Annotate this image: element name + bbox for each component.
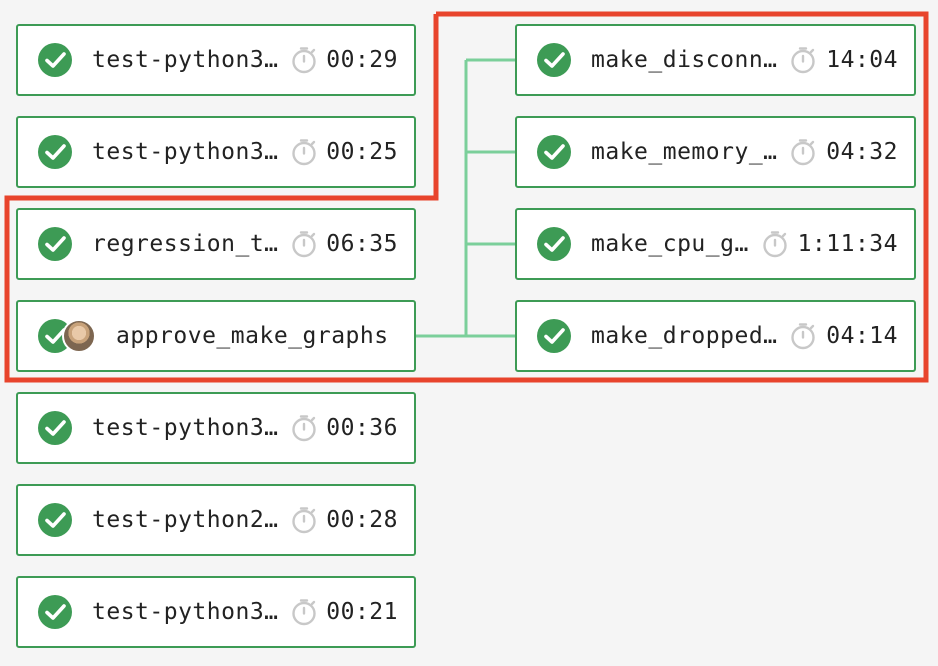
success-check-icon bbox=[38, 595, 72, 629]
job-card[interactable]: test-python3… 00:29 bbox=[16, 24, 416, 96]
stopwatch-icon bbox=[292, 415, 316, 442]
success-check-icon bbox=[537, 135, 571, 169]
success-check-icon bbox=[38, 227, 72, 261]
job-name: test-python3… bbox=[92, 415, 279, 441]
job-name: test-python3… bbox=[92, 599, 279, 625]
job-duration: 00:28 bbox=[326, 507, 398, 533]
stopwatch-icon bbox=[791, 139, 815, 166]
job-name: make_memory_… bbox=[591, 139, 778, 165]
job-name: approve_make_graphs bbox=[116, 323, 389, 349]
job-card[interactable]: test-python3… 00:25 bbox=[16, 116, 416, 188]
job-name: make_cpu_g… bbox=[591, 231, 749, 257]
stopwatch-icon bbox=[292, 47, 316, 74]
job-name: test-python3… bbox=[92, 47, 279, 73]
workflow-graph: test-python3… 00:29 test-python3… 00:25 … bbox=[0, 0, 938, 666]
job-card[interactable]: make_memory_… 04:32 bbox=[515, 116, 916, 188]
job-name: test-python2… bbox=[92, 507, 279, 533]
success-check-icon bbox=[38, 43, 72, 77]
stopwatch-icon bbox=[292, 507, 316, 534]
stopwatch-icon bbox=[292, 231, 316, 258]
job-card[interactable]: make_disconn… 14:04 bbox=[515, 24, 916, 96]
job-name: regression_t… bbox=[92, 231, 279, 257]
job-duration: 00:29 bbox=[326, 47, 398, 73]
stopwatch-icon bbox=[292, 599, 316, 626]
approval-job-card[interactable]: approve_make_graphs bbox=[16, 300, 416, 372]
job-card[interactable]: make_dropped… 04:14 bbox=[515, 300, 916, 372]
job-card[interactable]: test-python3… 00:36 bbox=[16, 392, 416, 464]
success-check-icon bbox=[537, 227, 571, 261]
stopwatch-icon bbox=[763, 231, 787, 258]
success-check-icon bbox=[38, 503, 72, 537]
job-card[interactable]: regression_t… 06:35 bbox=[16, 208, 416, 280]
success-check-icon bbox=[38, 135, 72, 169]
job-card[interactable]: test-python3… 00:21 bbox=[16, 576, 416, 648]
job-duration: 00:25 bbox=[326, 139, 398, 165]
success-check-icon bbox=[537, 43, 571, 77]
job-name: test-python3… bbox=[92, 139, 279, 165]
job-duration: 1:11:34 bbox=[797, 231, 898, 257]
job-duration: 04:14 bbox=[826, 323, 898, 349]
job-duration: 14:04 bbox=[826, 47, 898, 73]
stopwatch-icon bbox=[292, 139, 316, 166]
stopwatch-icon bbox=[791, 47, 815, 74]
success-check-icon bbox=[537, 319, 571, 353]
job-name: make_dropped… bbox=[591, 323, 778, 349]
job-name: make_disconn… bbox=[591, 47, 778, 73]
job-duration: 06:35 bbox=[326, 231, 398, 257]
job-duration: 04:32 bbox=[826, 139, 898, 165]
job-duration: 00:21 bbox=[326, 599, 398, 625]
stopwatch-icon bbox=[791, 323, 815, 350]
job-card[interactable]: make_cpu_g… 1:11:34 bbox=[515, 208, 916, 280]
job-card[interactable]: test-python2… 00:28 bbox=[16, 484, 416, 556]
job-duration: 00:36 bbox=[326, 415, 398, 441]
success-check-icon bbox=[38, 411, 72, 445]
approver-avatar bbox=[62, 319, 96, 353]
